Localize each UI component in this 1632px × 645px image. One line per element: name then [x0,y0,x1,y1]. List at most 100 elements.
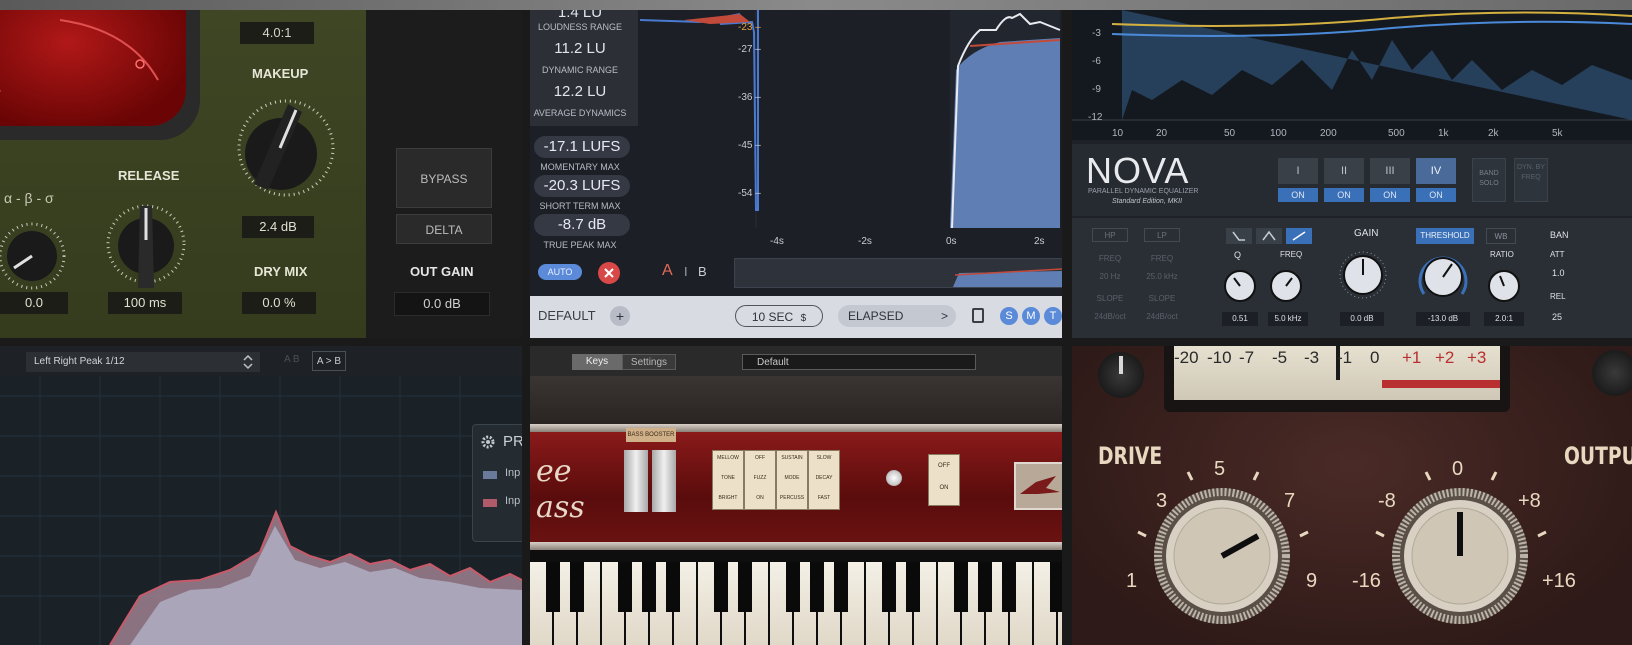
rel-value[interactable]: 25 [1552,312,1562,322]
loudness-range-value: 1.4 LU [557,10,603,21]
m-button[interactable]: M [1022,307,1040,325]
band-1-button[interactable]: I [1278,158,1318,184]
black-key[interactable] [978,562,992,612]
rocker-tone-mid: TONE [721,475,735,481]
ratio-value[interactable]: 4.0:1 [240,22,314,44]
black-key[interactable] [786,562,800,612]
rocker-mode-bot: PERCUSS [779,495,805,501]
preset-selector[interactable]: Default [742,354,976,370]
black-key[interactable] [738,562,752,612]
hp-button[interactable]: HP [1092,228,1128,242]
threshold-value[interactable]: -13.0 dB [1416,312,1470,326]
nova-subtitle: PARALLEL DYNAMIC EQUALIZER [1088,188,1199,195]
bypass-button[interactable]: BYPASS [396,148,492,208]
tab-settings[interactable]: Settings [622,354,676,370]
ab-toggle[interactable]: A B [284,354,300,365]
release-value[interactable]: 100 ms [108,292,182,314]
auto-button[interactable]: AUTO [538,264,582,280]
band-solo-button[interactable]: BAND SOLO [1472,158,1506,202]
q-value[interactable]: 0.51 [1222,312,1258,326]
threshold-button[interactable]: THRESHOLD [1416,228,1474,244]
black-key[interactable] [906,562,920,612]
s-button[interactable]: S [1000,307,1018,325]
black-key[interactable] [666,562,680,612]
outgain-value[interactable]: 0.0 dB [394,292,490,316]
lp-freq-value[interactable]: 25.0 kHz [1138,272,1186,281]
overview-strip[interactable] [734,258,1062,288]
threshold-knob[interactable] [1416,250,1470,304]
bass-booster-lever-1[interactable] [624,450,648,512]
a-to-b-button[interactable]: A > B [312,351,346,371]
t-button[interactable]: T [1044,307,1062,325]
black-key[interactable] [714,562,728,612]
export-icon[interactable] [972,308,984,323]
bass-booster-lever-2[interactable] [652,450,676,512]
filter-shape-bell[interactable] [1256,228,1282,244]
nova-panel: -3 -6 -9 -12 10 20 50 100 200 500 1k 2k … [1072,10,1632,338]
black-key[interactable] [1050,562,1062,612]
freq-value[interactable]: 5.0 kHz [1268,312,1308,326]
black-key[interactable] [570,562,584,612]
time-window-selector[interactable]: 10 SEC $ [735,305,823,327]
filter-shape-highshelf[interactable] [1286,228,1312,244]
rocker-mode[interactable]: SUSTAIN MODE PERCUSS [776,450,808,510]
attack-value[interactable]: 0.0 [0,292,68,314]
ab-b[interactable]: B [698,264,707,279]
black-key[interactable] [1002,562,1016,612]
rocker-fuzz[interactable]: OFF FUZZ ON [744,450,776,510]
updown-icon[interactable] [240,354,256,370]
release-knob[interactable] [106,200,188,290]
delta-button[interactable]: DELTA [396,214,492,244]
preset-name[interactable]: DEFAULT [538,308,596,323]
hp-freq-value[interactable]: 20 Hz [1088,272,1132,281]
dyn-by-freq-button[interactable]: DYN. BY FREQ [1514,158,1548,202]
keyboard[interactable] [530,562,1062,645]
ab-separator: I [684,264,688,279]
reset-button[interactable] [598,262,620,284]
black-key[interactable] [642,562,656,612]
black-key[interactable] [834,562,848,612]
momentary-max-value: -17.1 LUFS [534,136,630,158]
x-5k: 5k [1552,128,1563,139]
ab-a[interactable]: A [662,262,673,280]
ratio-knob[interactable] [1486,268,1522,304]
att-value[interactable]: 1.0 [1552,268,1565,278]
gain-value[interactable]: 0.0 dB [1340,312,1384,326]
makeup-value[interactable]: 2.4 dB [242,216,314,238]
hp-slope-value[interactable]: 24dB/oct [1088,312,1132,321]
lp-button[interactable]: LP [1144,228,1180,242]
black-key[interactable] [810,562,824,612]
black-key[interactable] [882,562,896,612]
add-preset-button[interactable]: + [610,306,630,326]
band-4-on[interactable]: ON [1416,188,1456,202]
elapsed-selector[interactable]: ELAPSED > [838,305,956,327]
mode-selector[interactable]: α - β - σ [4,190,54,206]
black-key[interactable] [618,562,632,612]
rocker-tone[interactable]: MELLOW TONE BRIGHT [712,450,744,510]
lp-slope-value[interactable]: 24dB/oct [1138,312,1186,321]
black-key[interactable] [954,562,968,612]
drymix-value[interactable]: 0.0 % [242,292,316,314]
band-3-button[interactable]: III [1370,158,1410,184]
band-4-button[interactable]: IV [1416,158,1456,184]
rocker-tone-top: MELLOW [717,455,739,461]
band-2-button[interactable]: II [1324,158,1364,184]
q-knob[interactable] [1222,268,1258,304]
ratio-value[interactable]: 2.0:1 [1484,312,1524,326]
freq-knob[interactable] [1268,268,1304,304]
band-1-on[interactable]: ON [1278,188,1318,202]
gear-icon[interactable] [481,435,495,449]
analyzer-mode-select[interactable]: Left Right Peak 1/12 [26,352,260,372]
rocker-decay[interactable]: SLOW DECAY FAST [808,450,840,510]
tab-keys[interactable]: Keys [572,354,622,370]
band-3-on[interactable]: ON [1370,188,1410,202]
band-2-on[interactable]: ON [1324,188,1364,202]
black-key[interactable] [546,562,560,612]
wb-button[interactable]: WB [1486,228,1516,244]
power-switch[interactable]: OFF ON [928,454,960,506]
filter-shape-lowshelf[interactable] [1226,228,1252,244]
attack-knob[interactable] [0,222,68,290]
makeup-knob[interactable] [236,98,336,198]
y-m3: -3 [1092,28,1101,39]
gain-knob[interactable] [1338,250,1388,300]
